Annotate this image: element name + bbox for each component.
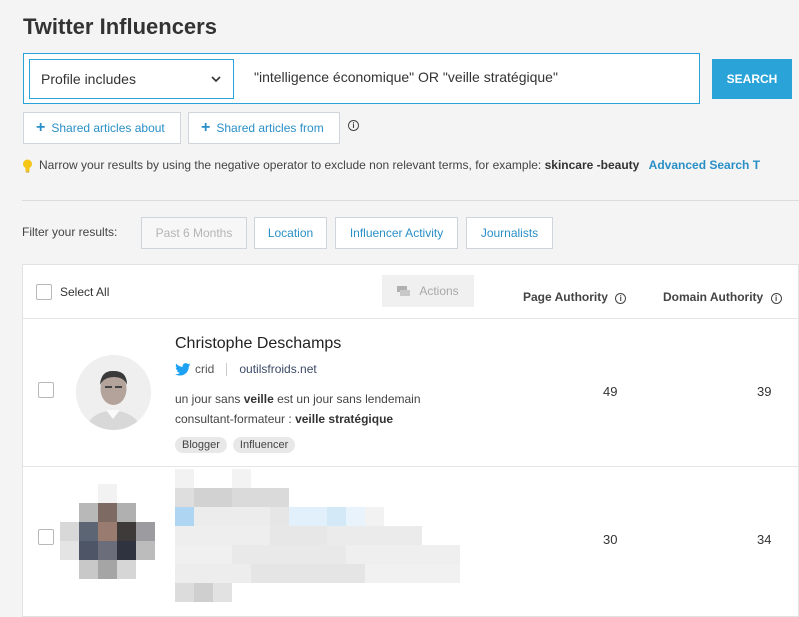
column-page-authority-label: Page Authority xyxy=(523,290,608,304)
influencer-bio: un jour sans veille est un jour sans len… xyxy=(175,389,421,429)
search-input[interactable]: "intelligence économique" OR "veille str… xyxy=(254,69,558,85)
tag-influencer: Influencer xyxy=(232,437,296,453)
avatar[interactable] xyxy=(76,355,151,430)
shared-articles-from-button[interactable]: + Shared articles from xyxy=(188,112,340,144)
column-page-authority[interactable]: Page Authority i xyxy=(523,290,627,304)
info-icon[interactable]: i xyxy=(348,120,359,131)
filter-location[interactable]: Location xyxy=(254,217,327,249)
plus-icon: + xyxy=(36,119,46,136)
search-hint: Narrow your results by using the negativ… xyxy=(22,158,760,173)
divider xyxy=(22,200,799,201)
select-all-checkbox[interactable] xyxy=(36,284,52,300)
select-all-label: Select All xyxy=(60,285,110,299)
actions-icon xyxy=(397,286,411,296)
tag-list: Blogger Influencer xyxy=(175,437,296,453)
page-title: Twitter Influencers xyxy=(23,14,217,39)
shared-articles-from-label: Shared articles from xyxy=(216,121,324,135)
twitter-handle[interactable]: crid xyxy=(195,362,214,376)
avatar[interactable] xyxy=(60,484,156,584)
table-row[interactable]: 30 34 xyxy=(23,467,799,617)
domain-authority-value: 34 xyxy=(757,532,772,547)
table-header: Select All Actions Page Authority i Doma… xyxy=(23,265,799,319)
column-domain-authority-label: Domain Authority xyxy=(663,290,764,304)
hint-text: Narrow your results by using the negativ… xyxy=(39,158,542,172)
filter-past-6-months[interactable]: Past 6 Months xyxy=(141,217,247,249)
twitter-icon xyxy=(175,362,191,376)
plus-icon: + xyxy=(201,119,211,136)
shared-articles-about-button[interactable]: + Shared articles about xyxy=(23,112,181,144)
blurred-profile-text xyxy=(175,469,460,602)
bio-line-1: un jour sans veille est un jour sans len… xyxy=(175,392,421,406)
actions-label: Actions xyxy=(419,284,459,298)
row-checkbox[interactable] xyxy=(38,529,54,545)
page-authority-value: 30 xyxy=(603,532,618,547)
filter-journalists[interactable]: Journalists xyxy=(466,217,553,249)
domain-authority-value: 39 xyxy=(757,384,772,399)
website-link[interactable]: outilsfroids.net xyxy=(239,362,316,376)
hint-example: skincare -beauty xyxy=(544,158,640,172)
row-checkbox[interactable] xyxy=(38,382,54,398)
separator xyxy=(226,362,228,376)
info-icon[interactable]: i xyxy=(615,293,627,304)
lightbulb-icon xyxy=(23,159,32,173)
table-row[interactable]: Christophe Deschamps crid outilsfroids.n… xyxy=(23,319,799,467)
search-bar: Profile includes "intelligence économiqu… xyxy=(23,53,700,104)
search-button[interactable]: SEARCH xyxy=(712,59,792,99)
page-authority-value: 49 xyxy=(603,384,618,399)
info-icon[interactable]: i xyxy=(770,293,782,304)
column-domain-authority[interactable]: Domain Authority i xyxy=(663,290,782,304)
advanced-search-link[interactable]: Advanced Search T xyxy=(649,158,760,172)
filter-influencer-activity[interactable]: Influencer Activity xyxy=(335,217,458,249)
tag-blogger: Blogger xyxy=(175,437,227,453)
influencer-name[interactable]: Christophe Deschamps xyxy=(175,335,341,353)
chevron-down-icon xyxy=(211,76,221,83)
actions-button[interactable]: Actions xyxy=(382,275,474,307)
handle-line: crid outilsfroids.net xyxy=(175,362,317,376)
filter-label: Filter your results: xyxy=(22,225,118,239)
search-mode-label: Profile includes xyxy=(41,71,136,87)
shared-articles-about-label: Shared articles about xyxy=(51,121,165,135)
bio-line-2: consultant-formateur : veille stratégiqu… xyxy=(175,412,394,426)
search-mode-select[interactable]: Profile includes xyxy=(29,59,234,99)
influencer-table: Select All Actions Page Authority i Doma… xyxy=(22,264,799,617)
